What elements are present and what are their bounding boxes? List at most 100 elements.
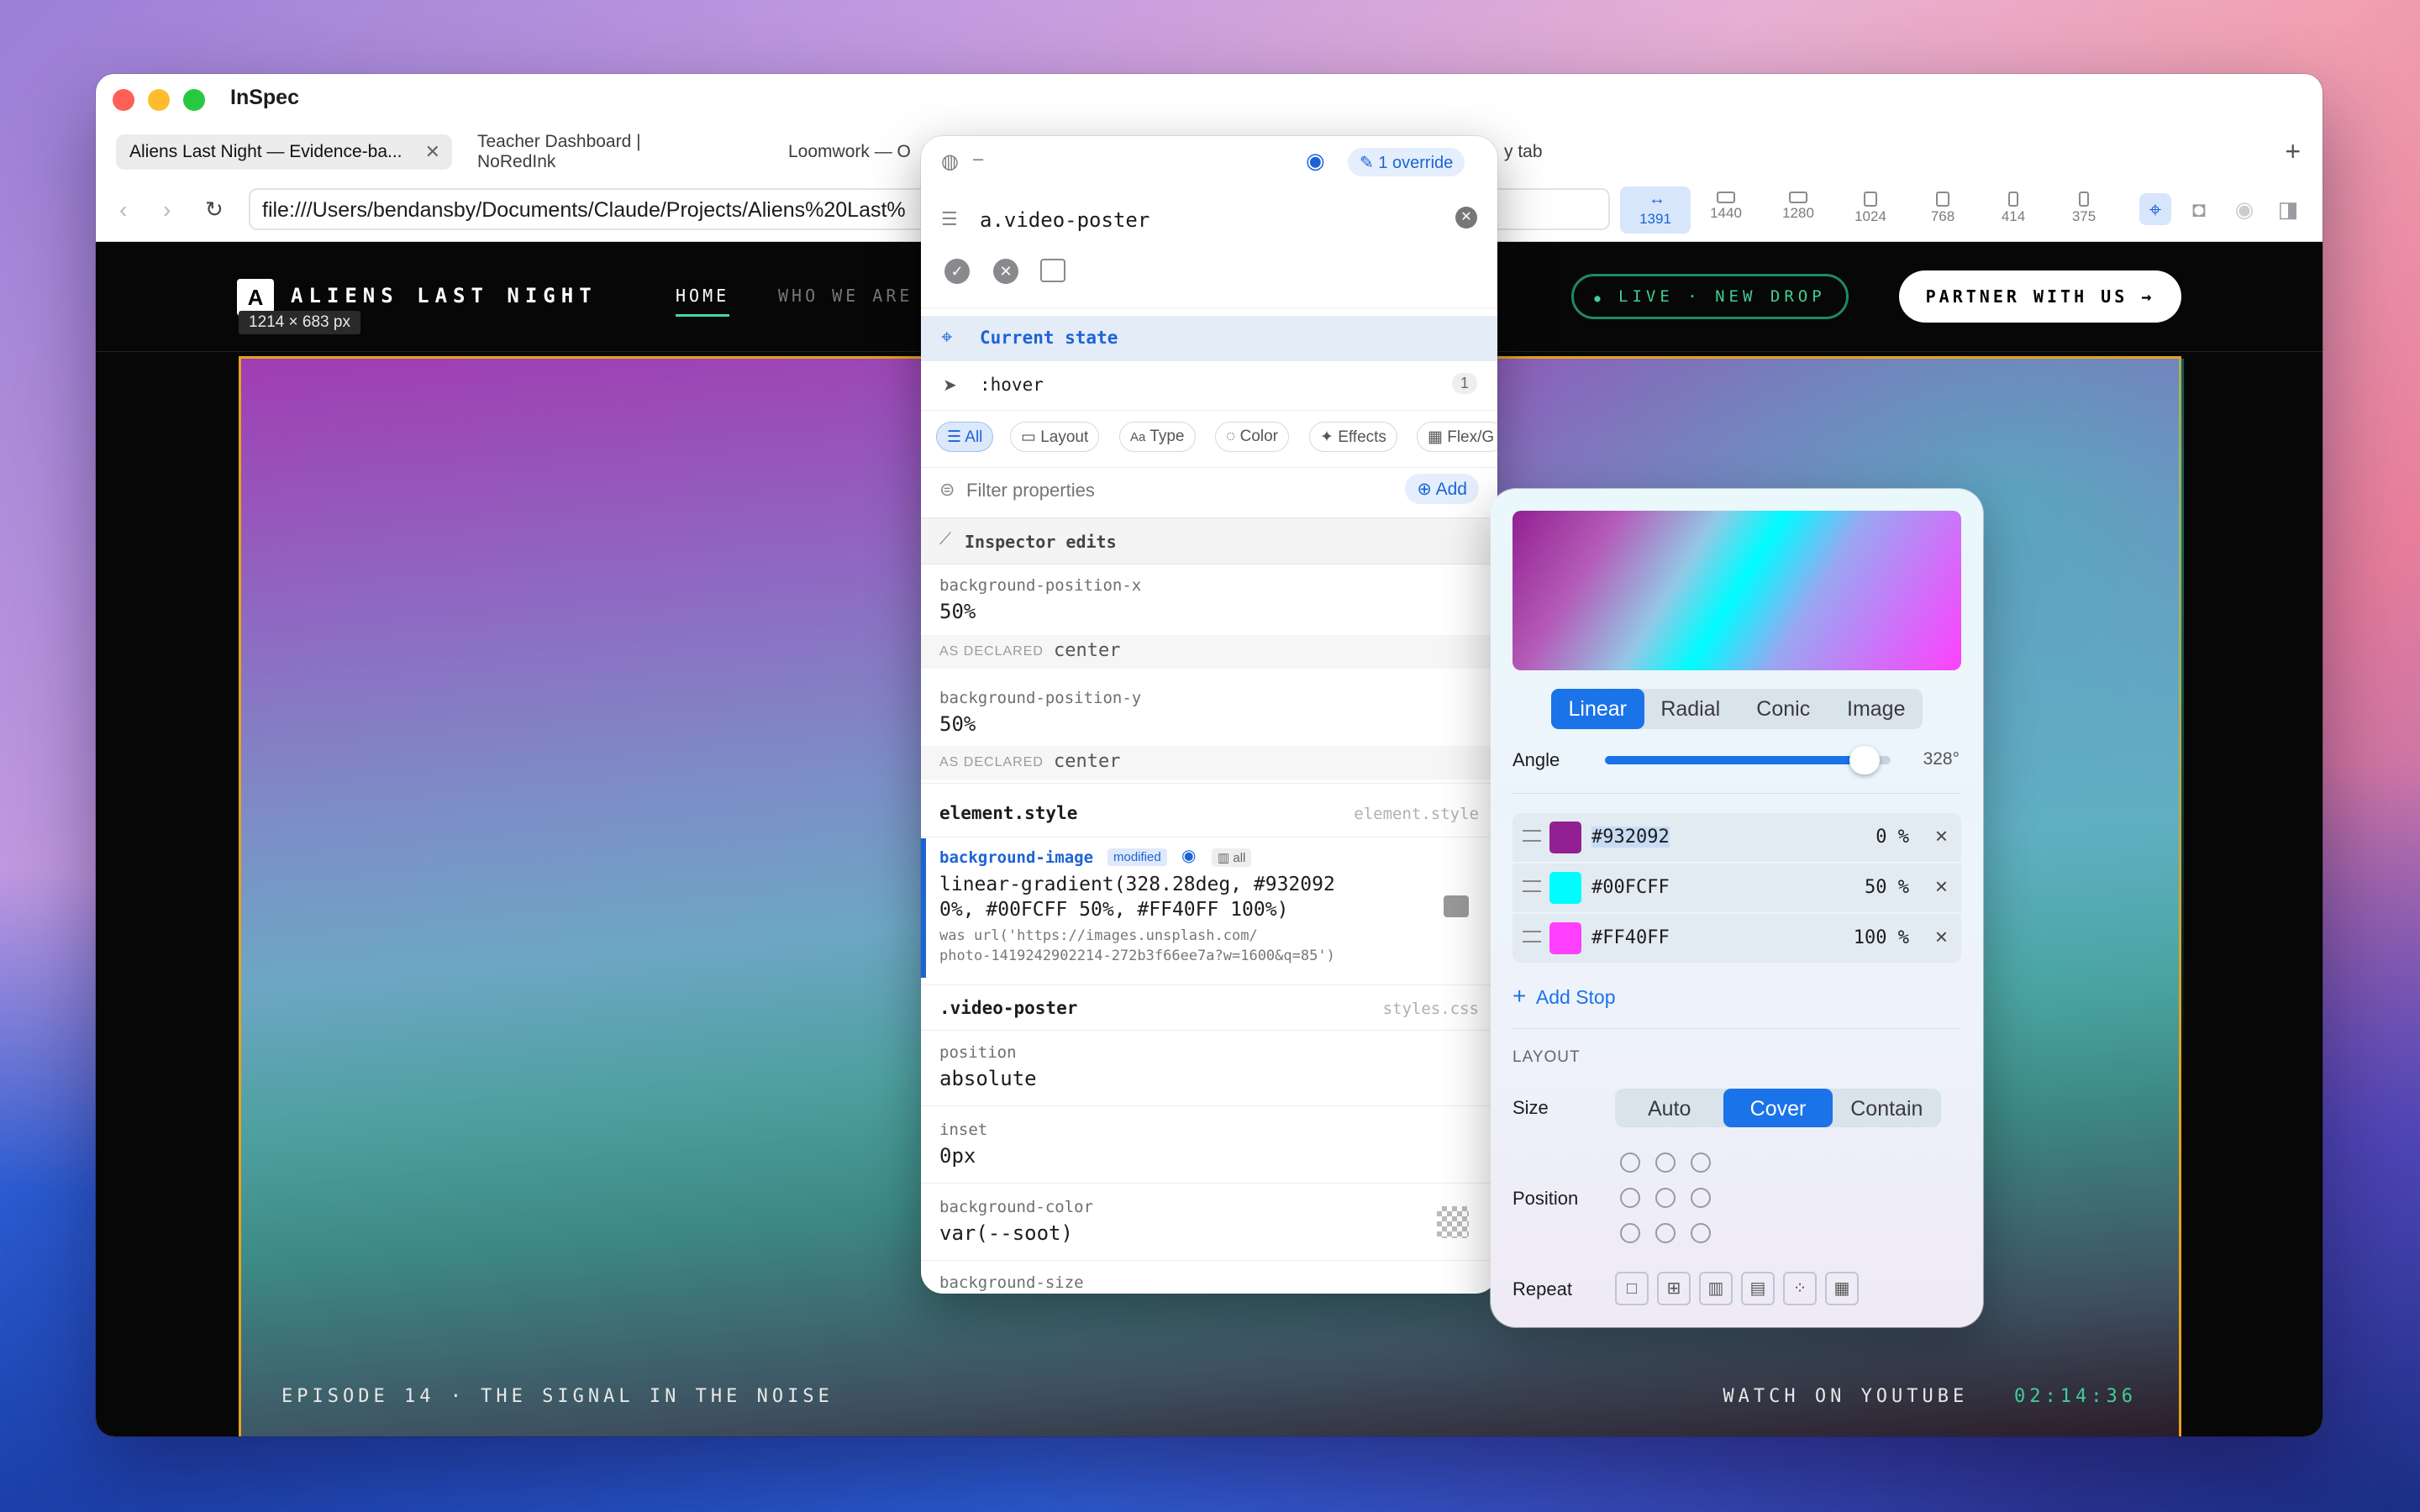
stop-position[interactable]: 50 % [1865, 877, 1909, 898]
color-stop-row[interactable]: #FF40FF 100 % × [1512, 914, 1961, 963]
camera-icon[interactable]: ◘ [2183, 193, 2215, 225]
document-icon[interactable] [1040, 259, 1065, 282]
crosshair-inspect-icon[interactable]: ⌖ [2139, 193, 2171, 225]
viewport-1391[interactable]: ↔ 1391 [1620, 186, 1691, 234]
partner-button[interactable]: PARTNER WITH US → [1899, 270, 2181, 323]
repeat-round-icon[interactable]: ▦ [1825, 1272, 1859, 1305]
position-bottom-left[interactable] [1620, 1223, 1640, 1243]
drag-handle-icon[interactable] [1523, 830, 1541, 842]
drag-handle-icon[interactable] [1523, 931, 1541, 942]
repeat-space-icon[interactable]: ⁘ [1783, 1272, 1817, 1305]
rule-prop-value[interactable]: absolute [939, 1067, 1037, 1090]
stop-hex[interactable]: #FF40FF [1591, 927, 1670, 948]
position-middle-right[interactable] [1691, 1188, 1711, 1208]
reload-icon[interactable]: ↻ [205, 197, 224, 223]
repeat-y-icon[interactable]: ▤ [1741, 1272, 1775, 1305]
filter-chip-type[interactable]: Aa Type [1119, 422, 1196, 452]
position-top-right[interactable] [1691, 1152, 1711, 1173]
edit-prop-value[interactable]: 50% [939, 712, 976, 736]
viewport-768[interactable]: 768 [1907, 186, 1978, 234]
add-property-button[interactable]: ⊕ Add [1405, 474, 1479, 504]
gradient-type-conic[interactable]: Conic [1737, 689, 1830, 729]
filter-chip-layout[interactable]: ▭ Layout [1010, 422, 1100, 452]
stop-swatch[interactable] [1549, 872, 1581, 904]
nav-home[interactable]: HOME [676, 286, 730, 317]
stop-swatch[interactable] [1549, 822, 1581, 853]
stop-swatch[interactable] [1549, 922, 1581, 954]
filter-properties-input[interactable] [966, 475, 1319, 506]
stop-position[interactable]: 100 % [1854, 927, 1909, 948]
forward-icon[interactable]: › [163, 197, 171, 223]
live-badge[interactable]: ● LIVE · NEW DROP [1571, 274, 1849, 319]
size-auto[interactable]: Auto [1615, 1089, 1723, 1127]
filter-chip-effects[interactable]: ✦ Effects [1309, 422, 1397, 452]
clear-selector-icon[interactable]: ✕ [1455, 207, 1477, 228]
stop-position[interactable]: 0 % [1876, 827, 1909, 848]
accept-icon[interactable]: ✓ [944, 259, 970, 284]
rule-prop-value[interactable]: var(--soot) [939, 1221, 1073, 1245]
current-state-row[interactable]: ⌖ Current state [921, 316, 1497, 361]
edit-prop-value[interactable]: 50% [939, 600, 976, 623]
bg-image-value-line1[interactable]: linear-gradient(328.28deg, #932092 [939, 874, 1335, 895]
gradient-swatch-icon[interactable] [1444, 895, 1469, 917]
reject-icon[interactable]: ✕ [993, 259, 1018, 284]
nav-who-we-are[interactable]: WHO WE ARE [778, 286, 913, 306]
tab-new[interactable]: y tab [1491, 134, 1591, 170]
size-cover[interactable]: Cover [1723, 1089, 1833, 1127]
zoom-window-button[interactable] [183, 89, 205, 111]
rule-prop-value[interactable]: 0px [939, 1144, 976, 1168]
new-tab-icon[interactable]: + [2285, 136, 2301, 167]
viewport-375[interactable]: 375 [2049, 186, 2119, 234]
eye-icon[interactable]: ◉ [1181, 845, 1196, 866]
angle-slider-thumb[interactable] [1849, 746, 1881, 774]
checkerboard-swatch-icon[interactable] [1437, 1206, 1469, 1238]
gradient-type-image[interactable]: Image [1830, 689, 1923, 729]
tab-aliens[interactable]: Aliens Last Night — Evidence-ba... ✕ [116, 134, 452, 170]
viewport-414[interactable]: 414 [1978, 186, 2049, 234]
size-contain[interactable]: Contain [1833, 1089, 1941, 1127]
override-badge[interactable]: ✎ 1 override [1348, 148, 1465, 176]
tab-label: y tab [1504, 142, 1543, 161]
rule-source[interactable]: styles.css [1383, 1000, 1479, 1018]
eye-icon[interactable]: ◉ [1306, 148, 1325, 174]
angle-slider-track[interactable] [1605, 746, 1891, 774]
close-tab-icon[interactable]: ✕ [425, 141, 440, 163]
filter-chip-flex[interactable]: ▦ Flex/G [1417, 422, 1497, 452]
drag-handle-icon[interactable] [1523, 880, 1541, 892]
back-icon[interactable]: ‹ [119, 197, 127, 223]
position-center[interactable] [1655, 1188, 1676, 1208]
tab-teacher-dashboard[interactable]: Teacher Dashboard | NoRedInk [464, 132, 716, 171]
hover-state-row[interactable]: ➤ :hover 1 [921, 363, 1497, 408]
gradient-type-linear[interactable]: Linear [1551, 689, 1644, 729]
color-stop-row[interactable]: #00FCFF 50 % × [1512, 864, 1961, 912]
eye-off-icon[interactable]: ◉ [2228, 193, 2260, 225]
filter-chip-all[interactable]: ☰ All [936, 422, 994, 452]
bg-image-value-line2[interactable]: 0%, #00FCFF 50%, #FF40FF 100%) [939, 899, 1288, 921]
position-bottom-center[interactable] [1655, 1223, 1676, 1243]
stop-hex[interactable]: #932092 [1591, 827, 1670, 848]
close-window-button[interactable] [113, 89, 134, 111]
color-stop-row[interactable]: #932092 0 % × [1512, 813, 1961, 862]
minimize-window-button[interactable] [148, 89, 170, 111]
filter-chip-color[interactable]: ◌ Color [1215, 422, 1289, 452]
gradient-type-radial[interactable]: Radial [1644, 689, 1738, 729]
sidebar-icon[interactable]: ◨ [2272, 193, 2304, 225]
position-top-left[interactable] [1620, 1152, 1640, 1173]
add-stop-button[interactable]: + Add Stop [1512, 983, 1616, 1010]
remove-stop-icon[interactable]: × [1935, 823, 1948, 849]
viewport-1440[interactable]: 1440 [1691, 186, 1761, 234]
position-top-center[interactable] [1655, 1152, 1676, 1173]
position-middle-left[interactable] [1620, 1188, 1640, 1208]
viewport-1024[interactable]: 1024 [1835, 186, 1906, 234]
position-bottom-right[interactable] [1691, 1223, 1711, 1243]
repeat-x-icon[interactable]: ▥ [1699, 1272, 1733, 1305]
repeat-none-icon[interactable]: □ [1615, 1272, 1649, 1305]
remove-stop-icon[interactable]: × [1935, 924, 1948, 950]
tab-loomwork[interactable]: Loomwork — O [775, 134, 943, 170]
stop-hex[interactable]: #00FCFF [1591, 877, 1670, 898]
viewport-1280[interactable]: 1280 [1763, 186, 1833, 234]
repeat-both-icon[interactable]: ⊞ [1657, 1272, 1691, 1305]
site-logo-text[interactable]: ALIENS LAST NIGHT [291, 284, 597, 307]
watch-caption[interactable]: WATCH ON YOUTUBE 02:14:36 [1723, 1386, 2137, 1407]
remove-stop-icon[interactable]: × [1935, 874, 1948, 900]
